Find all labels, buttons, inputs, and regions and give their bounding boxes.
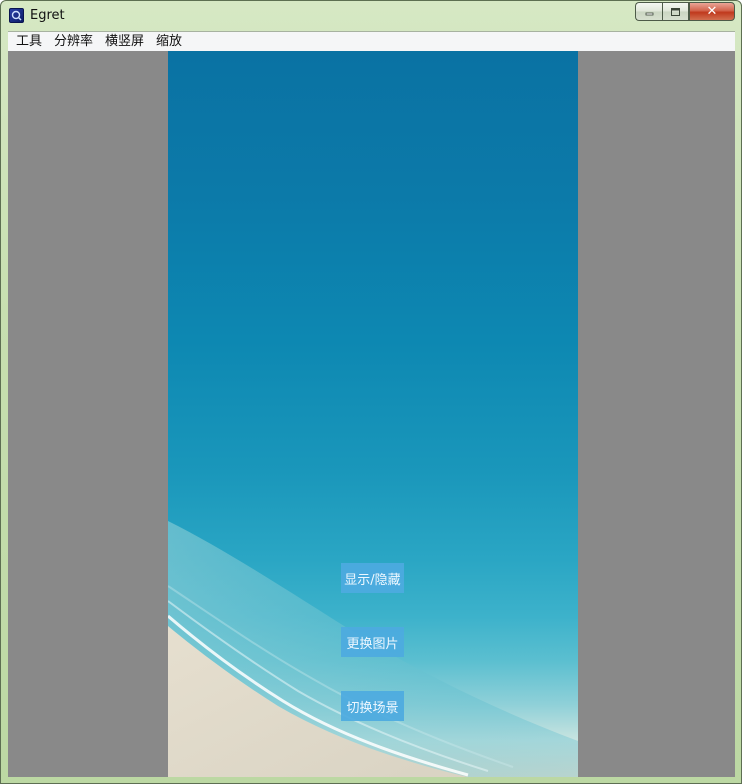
maximize-button[interactable] xyxy=(662,2,689,21)
window-title: Egret xyxy=(30,8,65,23)
minimize-button[interactable] xyxy=(635,2,662,21)
menu-tools[interactable]: 工具 xyxy=(10,32,48,51)
app-icon-glyph xyxy=(11,10,22,21)
change-image-button[interactable]: 更换图片 xyxy=(341,627,404,657)
app-window: Egret ✕ 工具 分辨率 横竖屏 缩放 显示/隐藏 更换图片 切换场景 xyxy=(0,0,742,784)
menu-resolution[interactable]: 分辨率 xyxy=(48,32,99,51)
menu-bar: 工具 分辨率 横竖屏 缩放 xyxy=(8,31,735,51)
close-icon: ✕ xyxy=(706,4,718,19)
minimize-icon xyxy=(645,12,653,15)
maximize-icon xyxy=(671,7,680,16)
switch-scene-button[interactable]: 切换场景 xyxy=(341,691,404,721)
toggle-visibility-button[interactable]: 显示/隐藏 xyxy=(341,563,404,593)
game-stage[interactable]: 显示/隐藏 更换图片 切换场景 xyxy=(168,51,578,777)
title-bar[interactable]: Egret ✕ xyxy=(1,1,741,31)
caption-buttons: ✕ xyxy=(635,2,735,21)
close-button[interactable]: ✕ xyxy=(689,2,735,21)
client-area: 显示/隐藏 更换图片 切换场景 xyxy=(8,51,735,777)
menu-zoom[interactable]: 缩放 xyxy=(150,32,188,51)
egret-app-icon[interactable] xyxy=(9,8,24,23)
menu-orientation[interactable]: 横竖屏 xyxy=(99,32,150,51)
beach-background-image xyxy=(168,521,578,777)
